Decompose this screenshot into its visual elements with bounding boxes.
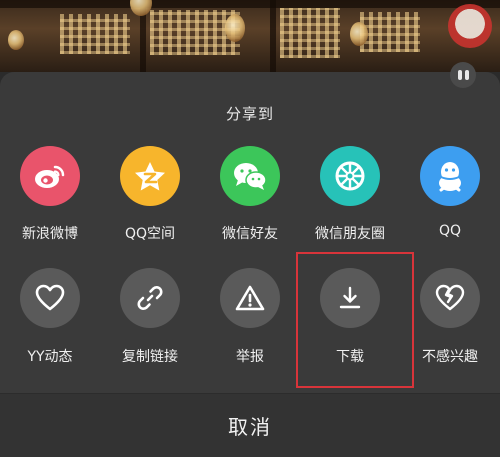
background-video-frame	[0, 0, 500, 72]
share-weibo-label: 新浪微博	[22, 226, 78, 242]
weibo-icon	[20, 146, 80, 206]
share-qq-button[interactable]: QQ	[400, 146, 500, 239]
more-icon	[450, 62, 476, 88]
download-highlight-box	[296, 252, 414, 388]
heart-outline-icon	[20, 268, 80, 328]
copy-link-label: 复制链接	[122, 349, 178, 365]
qq-icon	[420, 146, 480, 206]
copy-link-button[interactable]: 复制链接	[100, 268, 200, 366]
share-qzone-label: QQ空间	[124, 226, 176, 242]
warning-icon	[220, 268, 280, 328]
share-qq-label: QQ	[438, 223, 462, 239]
action-row: YY动态 复制链接 举报 下载 不感兴趣	[0, 268, 500, 368]
share-yy-moments-label: YY动态	[27, 349, 73, 365]
share-sheet-title: 分享到	[225, 105, 274, 123]
link-icon	[120, 268, 180, 328]
broken-heart-icon	[420, 268, 480, 328]
share-wechat-friends-button[interactable]: 微信好友	[200, 146, 300, 243]
share-yy-moments-button[interactable]: YY动态	[0, 268, 100, 366]
not-interested-button[interactable]: 不感兴趣	[400, 268, 500, 366]
qzone-icon	[120, 146, 180, 206]
report-label: 举报	[236, 349, 264, 365]
share-weibo-button[interactable]: 新浪微博	[0, 146, 100, 243]
share-wechat-moments-label: 微信朋友圈	[315, 226, 385, 242]
share-qzone-button[interactable]: QQ空间	[100, 146, 200, 243]
wechat-icon	[220, 146, 280, 206]
share-wechat-friends-label: 微信好友	[222, 226, 278, 242]
social-share-row: 新浪微博 QQ空间 微信好友 微信朋友圈 QQ	[0, 146, 500, 246]
moments-icon	[320, 146, 380, 206]
not-interested-label: 不感兴趣	[422, 349, 478, 365]
cancel-button[interactable]: 取消	[0, 394, 500, 457]
report-button[interactable]: 举报	[200, 268, 300, 366]
share-wechat-moments-button[interactable]: 微信朋友圈	[300, 146, 400, 243]
background-avatar	[448, 4, 492, 48]
